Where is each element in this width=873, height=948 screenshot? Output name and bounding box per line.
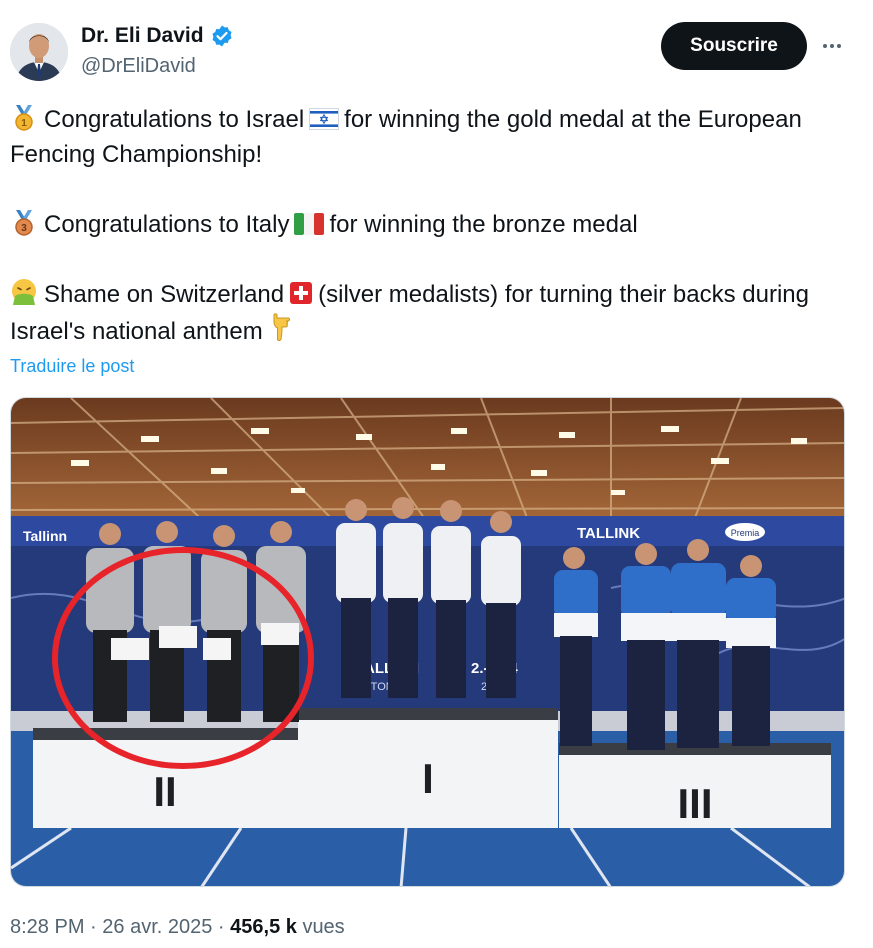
author-name[interactable]: Dr. Eli David bbox=[81, 24, 204, 48]
translate-post-link[interactable]: Traduire le post bbox=[10, 356, 134, 377]
switzerland-flag-icon bbox=[290, 282, 313, 304]
podium-second-label: II bbox=[153, 768, 176, 815]
podium-third-label: III bbox=[677, 780, 712, 827]
tweet-photo[interactable]: Tallinn TALLINK Premia TALLINN ESTONIA 2… bbox=[10, 397, 845, 887]
banner-left-text: Tallinn bbox=[23, 528, 67, 544]
tweet-paragraph-bronze: 3 Congratulations to Italy for winning t… bbox=[10, 207, 850, 242]
more-options-icon[interactable] bbox=[820, 34, 844, 58]
p2-prefix: Congratulations to Italy bbox=[44, 211, 290, 238]
meta-separator: · bbox=[217, 916, 231, 938]
author-handle[interactable]: @DrEliDavid bbox=[81, 55, 196, 78]
meta-separator: · bbox=[90, 916, 103, 938]
p3-prefix: Shame on Switzerland bbox=[44, 281, 285, 308]
verified-badge-icon bbox=[212, 25, 232, 47]
p2-suffix: for winning the bronze medal bbox=[329, 211, 638, 238]
author-name-row[interactable]: Dr. Eli David bbox=[81, 24, 234, 48]
podium-scene: Tallinn TALLINK Premia TALLINN ESTONIA 2… bbox=[11, 398, 844, 886]
avatar[interactable] bbox=[10, 23, 68, 81]
gold-medal-icon: 1 bbox=[15, 105, 33, 131]
tweet-time[interactable]: 8:28 PM bbox=[10, 916, 84, 938]
avatar-image bbox=[10, 23, 68, 81]
banner-tallink-text: TALLINK bbox=[577, 525, 640, 542]
views-count: 456,5 k bbox=[230, 916, 297, 938]
tweet-paragraph-shame: Shame on Switzerland (silver medalists) … bbox=[10, 277, 850, 349]
banner-prem-text: Premia bbox=[731, 528, 760, 538]
vomiting-face-icon bbox=[12, 279, 36, 305]
p1-prefix: Congratulations to Israel bbox=[44, 106, 305, 133]
italy-flag-icon bbox=[294, 213, 325, 235]
tweet-date[interactable]: 26 avr. 2025 bbox=[102, 916, 212, 938]
bronze-medal-icon: 3 bbox=[15, 210, 33, 236]
svg-text:1: 1 bbox=[21, 118, 27, 129]
pointing-down-icon bbox=[273, 313, 290, 341]
subscribe-button[interactable]: Souscrire bbox=[661, 22, 807, 70]
views-label: vues bbox=[302, 916, 345, 938]
tweet-text: 1 Congratulations to Israel for winning … bbox=[10, 102, 850, 384]
tweet-meta: 8:28 PM · 26 avr. 2025 · 456,5 k vues bbox=[10, 916, 345, 939]
tweet-paragraph-gold: 1 Congratulations to Israel for winning … bbox=[10, 102, 850, 172]
svg-text:3: 3 bbox=[21, 223, 27, 234]
podium-first-label: I bbox=[422, 755, 434, 802]
israel-flag-icon bbox=[309, 108, 340, 130]
italy-team bbox=[554, 539, 776, 750]
